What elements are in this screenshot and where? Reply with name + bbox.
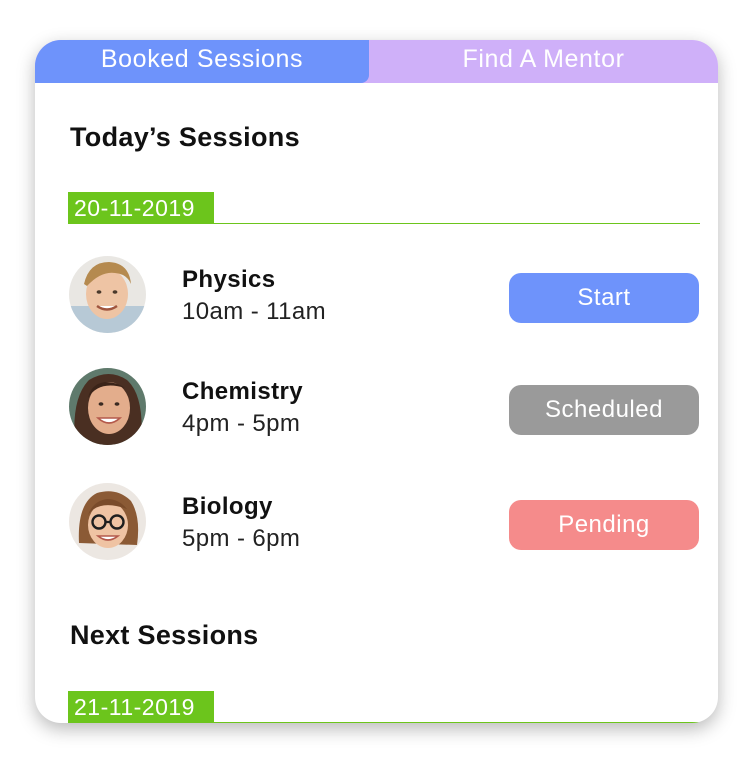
next-date-label: 21-11-2019 [68,691,214,722]
session-subject: Chemistry [182,378,303,405]
session-subject: Physics [182,266,276,293]
girl-glasses-avatar [69,483,146,560]
tab-booked-sessions[interactable]: Booked Sessions [35,40,369,83]
session-row-physics: Physics 10am - 11am Start [35,256,718,336]
today-date-divider: 20-11-2019 [68,192,700,224]
boy-avatar [69,256,146,333]
tab-bar: Booked Sessions Find A Mentor [35,40,718,83]
sessions-card: Booked Sessions Find A Mentor Today’s Se… [35,40,718,723]
session-time: 10am - 11am [182,298,327,325]
start-button[interactable]: Start [509,273,699,323]
next-date-divider: 21-11-2019 [68,691,700,723]
session-time: 5pm - 6pm [182,525,301,552]
session-subject: Biology [182,493,273,520]
session-row-chemistry: Chemistry 4pm - 5pm Scheduled [35,368,718,448]
today-date-label: 20-11-2019 [68,192,214,223]
pending-button[interactable]: Pending [509,500,699,550]
tab-find-a-mentor[interactable]: Find A Mentor [369,40,718,83]
session-time: 4pm - 5pm [182,410,301,437]
scheduled-button[interactable]: Scheduled [509,385,699,435]
girl-avatar [69,368,146,445]
next-sessions-title: Next Sessions [70,620,259,650]
todays-sessions-title: Today’s Sessions [70,122,300,152]
session-row-biology: Biology 5pm - 6pm Pending [35,483,718,563]
